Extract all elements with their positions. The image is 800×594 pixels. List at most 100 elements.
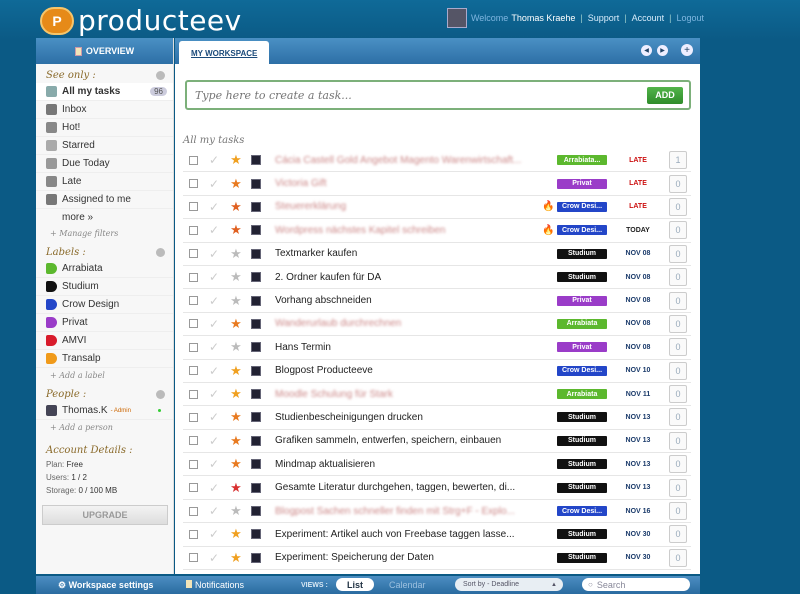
add-tab-icon[interactable]: + — [681, 44, 693, 56]
complete-check-icon[interactable]: ✓ — [207, 177, 221, 191]
comment-count[interactable]: 0 — [669, 408, 687, 427]
complete-check-icon[interactable]: ✓ — [207, 247, 221, 261]
task-label-badge[interactable]: Privat — [557, 295, 607, 306]
workspace-settings-button[interactable]: ⚙ Workspace settings — [58, 580, 153, 591]
task-deadline[interactable]: NOV 13 — [617, 437, 659, 444]
manage-filters-link[interactable]: + Manage filters — [36, 226, 173, 241]
task-row[interactable]: ✓ ★ Experiment: Artikel auch von Freebase … — [183, 523, 691, 547]
support-link[interactable]: Support — [588, 13, 620, 23]
task-deadline[interactable]: NOV 08 — [617, 250, 659, 257]
comment-count[interactable]: 0 — [669, 455, 687, 474]
task-title[interactable]: Mindmap aktualisieren — [275, 459, 535, 470]
task-title[interactable]: Blogpost Producteeve — [275, 365, 535, 376]
complete-check-icon[interactable]: ✓ — [207, 527, 221, 541]
complete-check-icon[interactable]: ✓ — [207, 364, 221, 378]
select-checkbox[interactable] — [189, 366, 198, 376]
select-checkbox[interactable] — [189, 553, 198, 563]
comment-count[interactable]: 0 — [669, 314, 687, 333]
comment-count[interactable]: 0 — [669, 361, 687, 380]
task-label-badge[interactable]: Studium — [557, 435, 607, 446]
comment-count[interactable]: 0 — [669, 268, 687, 287]
app-logo[interactable]: P producteev — [40, 4, 242, 37]
task-deadline[interactable]: LATE — [617, 157, 659, 164]
select-checkbox[interactable] — [189, 249, 198, 259]
complete-check-icon[interactable]: ✓ — [207, 223, 221, 237]
complete-check-icon[interactable]: ✓ — [207, 481, 221, 495]
tab-my-workspace[interactable]: MY WORKSPACE — [179, 41, 270, 65]
task-label-badge[interactable]: Studium — [557, 248, 607, 259]
sidebar-item-starred[interactable]: Starred — [36, 137, 173, 155]
task-row[interactable]: ✓ ★ Hans Termin Privat NOV 08 0 — [183, 336, 691, 360]
select-checkbox[interactable] — [189, 412, 198, 422]
task-label-badge[interactable]: Arrabiata... — [557, 155, 607, 166]
task-deadline[interactable]: NOV 08 — [617, 320, 659, 327]
sidebar-item-assigned-to-me[interactable]: Assigned to me — [36, 191, 173, 209]
new-task-input[interactable] — [187, 88, 647, 102]
task-deadline[interactable]: NOV 08 — [617, 274, 659, 281]
task-label-badge[interactable]: Studium — [557, 272, 607, 283]
sidebar-item-all-my-tasks[interactable]: All my tasks 96 — [36, 83, 173, 101]
sidebar-item-due-today[interactable]: Due Today — [36, 155, 173, 173]
priority-star-icon[interactable]: ★ — [230, 340, 242, 353]
task-deadline[interactable]: NOV 13 — [617, 461, 659, 468]
task-title[interactable]: Studienbescheinigungen drucken — [275, 412, 535, 423]
task-label-badge[interactable]: Crow Desi... — [557, 201, 607, 212]
label-item-arrabiata[interactable]: Arrabiata — [36, 260, 173, 278]
task-row[interactable]: ✓ ★ Experiment: Speicherung der Daten Studi… — [183, 547, 691, 571]
select-checkbox[interactable] — [189, 506, 198, 516]
task-deadline[interactable]: NOV 30 — [617, 554, 659, 561]
priority-star-icon[interactable]: ★ — [230, 551, 242, 564]
label-item-amvi[interactable]: AMVI — [36, 332, 173, 350]
task-label-badge[interactable]: Crow Desi... — [557, 506, 607, 517]
complete-check-icon[interactable]: ✓ — [207, 317, 221, 331]
logout-link[interactable]: Logout — [676, 13, 704, 23]
priority-star-icon[interactable]: ★ — [230, 247, 242, 260]
task-deadline[interactable]: NOV 16 — [617, 508, 659, 515]
select-checkbox[interactable] — [189, 459, 198, 469]
comment-count[interactable]: 0 — [669, 478, 687, 497]
sidebar-item-late[interactable]: Late — [36, 173, 173, 191]
task-label-badge[interactable]: Crow Desi... — [557, 225, 607, 236]
select-checkbox[interactable] — [189, 319, 198, 329]
task-title[interactable]: Blogpost Sachen schneller finden mit Str… — [275, 506, 535, 517]
gear-icon[interactable] — [156, 71, 165, 80]
select-checkbox[interactable] — [189, 296, 198, 306]
task-label-badge[interactable]: Studium — [557, 412, 607, 423]
task-row[interactable]: ✓ ★ 2. Ordner kaufen für DA Studium NOV 08 0 — [183, 266, 691, 290]
task-title[interactable]: Victoria Gift — [275, 178, 535, 189]
select-checkbox[interactable] — [189, 202, 198, 212]
priority-star-icon[interactable]: ★ — [230, 364, 242, 377]
priority-star-icon[interactable]: ★ — [230, 457, 242, 470]
add-person-link[interactable]: + Add a person — [36, 420, 173, 435]
task-row[interactable]: ✓ ★ Blogpost Sachen schneller finden mit S… — [183, 500, 691, 524]
task-deadline[interactable]: TODAY — [617, 227, 659, 234]
select-checkbox[interactable] — [189, 483, 198, 493]
task-deadline[interactable]: NOV 13 — [617, 414, 659, 421]
priority-star-icon[interactable]: ★ — [230, 223, 242, 236]
comment-count[interactable]: 0 — [669, 221, 687, 240]
task-label-badge[interactable]: Studium — [557, 552, 607, 563]
select-checkbox[interactable] — [189, 436, 198, 446]
task-row[interactable]: ✓ ★ Studienbescheinigungen drucken Studium N… — [183, 406, 691, 430]
task-title[interactable]: Experiment: Speicherung der Daten — [275, 552, 535, 563]
label-item-crow-design[interactable]: Crow Design — [36, 296, 173, 314]
complete-check-icon[interactable]: ✓ — [207, 434, 221, 448]
complete-check-icon[interactable]: ✓ — [207, 387, 221, 401]
select-checkbox[interactable] — [189, 389, 198, 399]
task-row[interactable]: ✓ ★ Textmarker kaufen Studium NOV 08 0 — [183, 243, 691, 266]
task-title[interactable]: Experiment: Artikel auch von Freebase ta… — [275, 529, 535, 540]
task-row[interactable]: ✓ ★ Wordpress nächstes Kapitel schreiben 🔥 C… — [183, 219, 691, 243]
task-deadline[interactable]: NOV 10 — [617, 367, 659, 374]
complete-check-icon[interactable]: ✓ — [207, 457, 221, 471]
select-checkbox[interactable] — [189, 272, 198, 282]
task-label-badge[interactable]: Studium — [557, 482, 607, 493]
comment-count[interactable]: 0 — [669, 197, 687, 216]
upgrade-button[interactable]: UPGRADE — [42, 505, 168, 525]
sidebar-item-inbox[interactable]: Inbox — [36, 101, 173, 119]
priority-star-icon[interactable]: ★ — [230, 270, 242, 283]
priority-star-icon[interactable]: ★ — [230, 527, 242, 540]
select-checkbox[interactable] — [189, 225, 198, 235]
sidebar-item-hot[interactable]: Hot! — [36, 119, 173, 137]
comment-count[interactable]: 0 — [669, 548, 687, 567]
task-title[interactable]: Hans Termin — [275, 342, 535, 353]
